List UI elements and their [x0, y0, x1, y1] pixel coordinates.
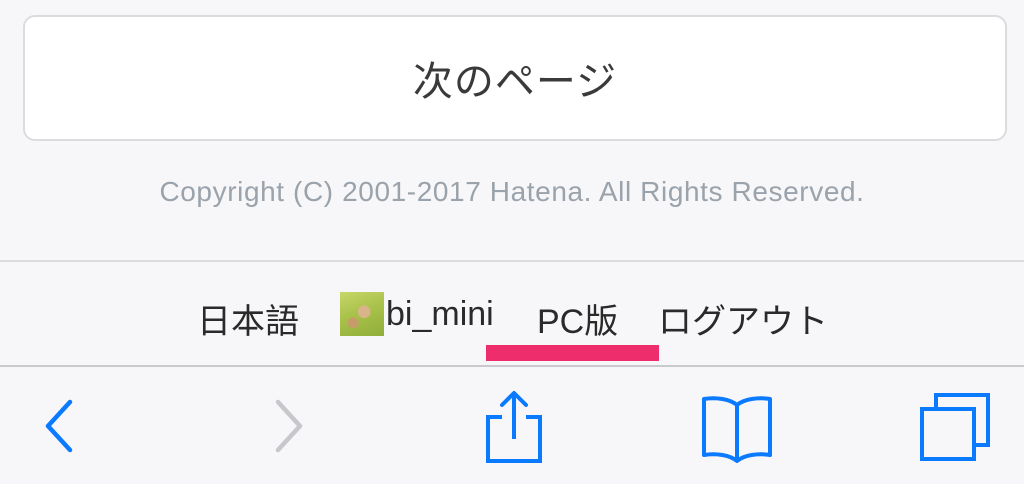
highlight-underline — [486, 345, 659, 361]
bookmarks-button[interactable] — [700, 395, 774, 463]
next-page-button[interactable]: 次のページ — [23, 15, 1007, 141]
bookmarks-icon — [702, 396, 772, 463]
forward-icon — [275, 399, 303, 453]
tabs-icon — [920, 393, 990, 461]
pc-version-link[interactable]: PC版 — [537, 294, 618, 343]
next-page-label: 次のページ — [412, 59, 618, 105]
share-button[interactable] — [482, 389, 546, 465]
tabs-button[interactable] — [918, 391, 992, 463]
copyright-text: Copyright (C) 2001-2017 Hatena. All Righ… — [159, 176, 865, 207]
user-link[interactable]: bi_mini — [340, 284, 494, 344]
language-link[interactable]: 日本語 — [197, 294, 299, 343]
forward-button[interactable] — [270, 397, 310, 455]
share-icon — [486, 391, 542, 463]
footer-links: 日本語 bi_mini PC版 ログアウト — [0, 284, 1024, 344]
divider — [0, 260, 1024, 262]
back-icon — [45, 399, 73, 453]
back-button[interactable] — [38, 397, 78, 455]
logout-link[interactable]: ログアウト — [658, 294, 828, 343]
username-label: bi_mini — [386, 294, 494, 333]
avatar — [340, 292, 384, 336]
browser-toolbar — [0, 365, 1024, 484]
